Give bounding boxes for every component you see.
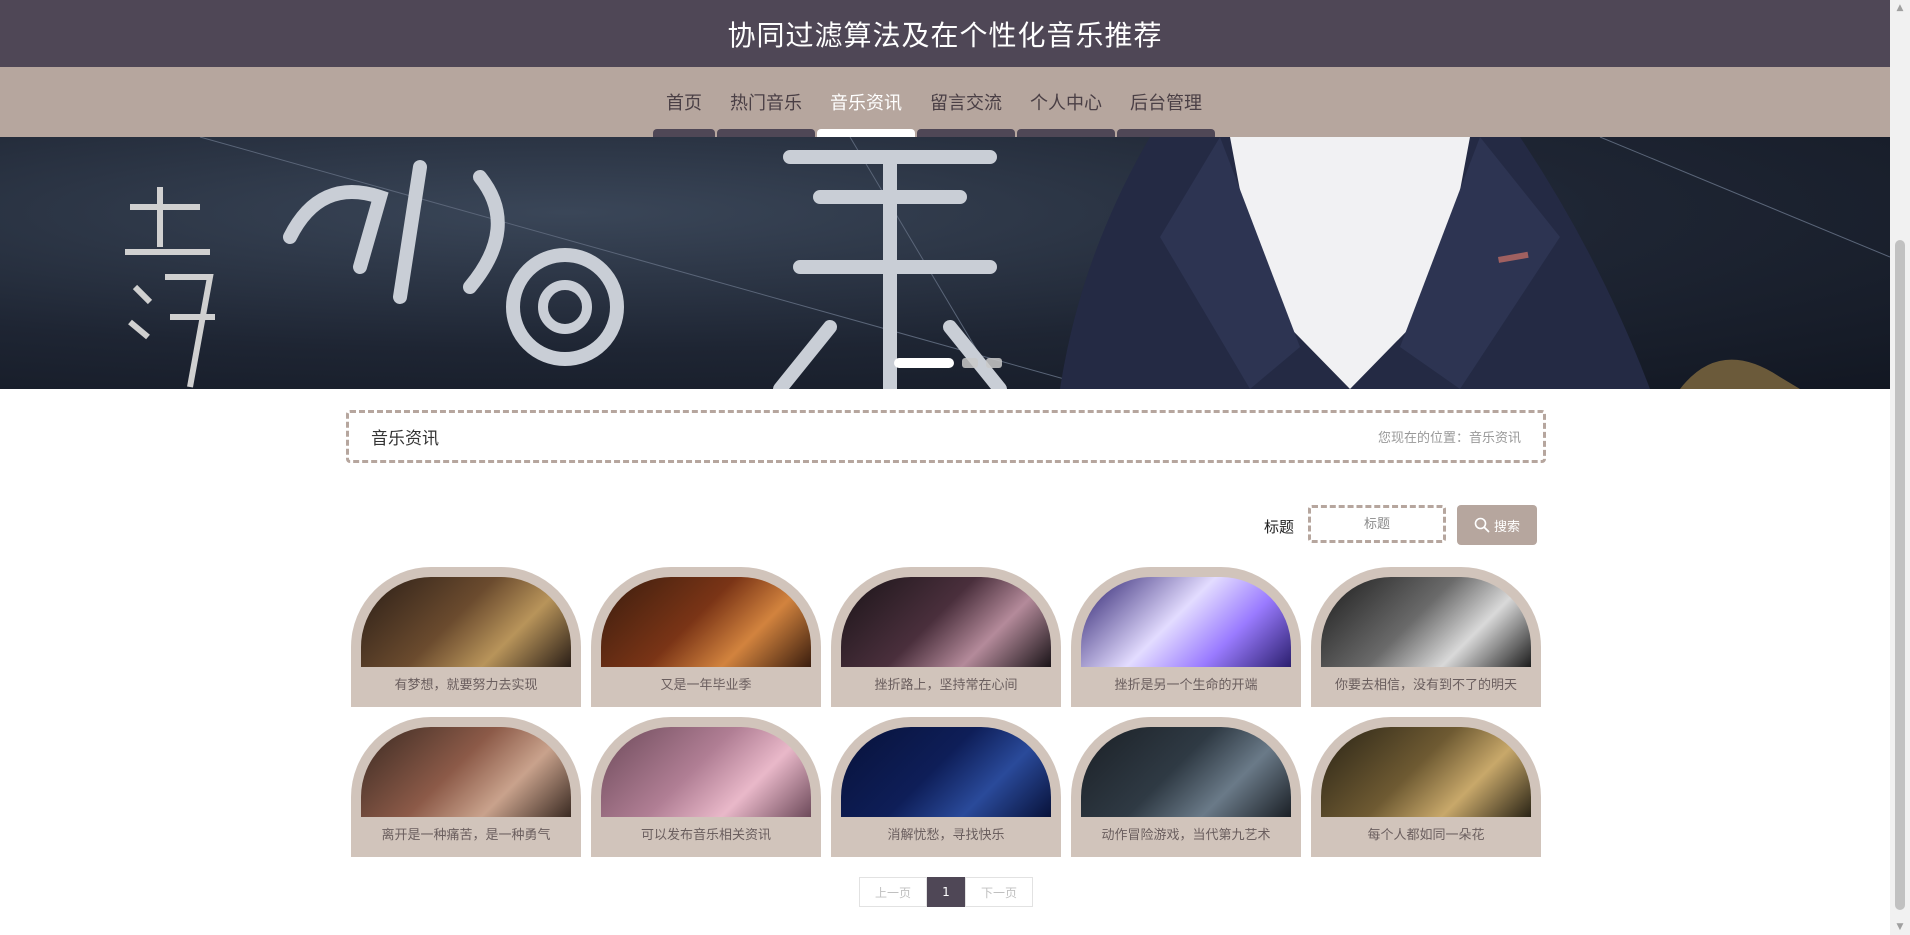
main-nav: 首页 热门音乐 音乐资讯 留言交流 个人中心 后台管理: [0, 67, 1890, 137]
search-label: 标题: [1264, 518, 1295, 536]
nav-underline-active: [817, 129, 915, 137]
carousel-dot-3[interactable]: [986, 358, 1002, 368]
news-card-title[interactable]: 挫折路上，坚持常在心间: [831, 674, 1061, 693]
nav-item-admin[interactable]: 后台管理: [1116, 67, 1216, 137]
nav-item-label: 后台管理: [1130, 93, 1202, 114]
nav-item-label: 个人中心: [1030, 93, 1102, 114]
news-card[interactable]: 又是一年毕业季: [591, 567, 821, 707]
prev-page-button[interactable]: 上一页: [859, 877, 927, 907]
news-card-title[interactable]: 你要去相信，没有到不了的明天: [1311, 674, 1541, 693]
news-card-title[interactable]: 消解忧愁，寻找快乐: [831, 824, 1061, 843]
news-card[interactable]: 可以发布音乐相关资讯: [591, 717, 821, 857]
news-card[interactable]: 每个人都如同一朵花: [1311, 717, 1541, 857]
news-card-image[interactable]: [361, 727, 571, 817]
breadcrumb: 音乐资讯 您现在的位置： 音乐资讯: [346, 410, 1546, 463]
nav-item-personal-center[interactable]: 个人中心: [1016, 67, 1116, 137]
site-title: 协同过滤算法及在个性化音乐推荐: [727, 18, 1163, 52]
nav-underline: [653, 129, 715, 137]
news-card-image[interactable]: [841, 577, 1051, 667]
carousel-indicators: [894, 358, 1002, 368]
news-card-image[interactable]: [841, 727, 1051, 817]
scroll-down-arrow-icon[interactable]: ▼: [1895, 922, 1905, 932]
nav-underline: [917, 129, 1015, 137]
carousel-dot-2[interactable]: [962, 358, 978, 368]
news-card-image[interactable]: [1321, 727, 1531, 817]
nav-item-label: 首页: [666, 93, 702, 114]
news-card-title[interactable]: 可以发布音乐相关资讯: [591, 824, 821, 843]
nav-item-messages[interactable]: 留言交流: [916, 67, 1016, 137]
news-card-image[interactable]: [1321, 577, 1531, 667]
vertical-scrollbar[interactable]: ▲ ▼: [1890, 0, 1910, 935]
site-header: 协同过滤算法及在个性化音乐推荐: [0, 0, 1890, 67]
news-card-image[interactable]: [1081, 577, 1291, 667]
nav-underline: [1117, 129, 1215, 137]
breadcrumb-link[interactable]: 音乐资讯: [1469, 427, 1521, 446]
page-number-current[interactable]: 1: [927, 877, 965, 907]
news-card-title[interactable]: 挫折是另一个生命的开端: [1071, 674, 1301, 693]
search-button[interactable]: 搜索: [1457, 505, 1537, 545]
news-card-title[interactable]: 又是一年毕业季: [591, 674, 821, 693]
nav-item-home[interactable]: 首页: [652, 67, 716, 137]
news-card[interactable]: 动作冒险游戏，当代第九艺术: [1071, 717, 1301, 857]
news-card[interactable]: 挫折是另一个生命的开端: [1071, 567, 1301, 707]
nav-item-label: 留言交流: [930, 93, 1002, 114]
news-card-title[interactable]: 每个人都如同一朵花: [1311, 824, 1541, 843]
news-card[interactable]: 挫折路上，坚持常在心间: [831, 567, 1061, 707]
scroll-up-arrow-icon[interactable]: ▲: [1895, 3, 1905, 13]
pagination: 上一页 1 下一页: [859, 877, 1033, 907]
news-card[interactable]: 有梦想，就要努力去实现: [351, 567, 581, 707]
next-page-button[interactable]: 下一页: [965, 877, 1033, 907]
banner-image: [125, 137, 1890, 389]
nav-item-label: 音乐资讯: [830, 93, 902, 114]
page: { "header": { "title": "协同过滤算法及在个性化音乐推荐"…: [0, 0, 1910, 935]
nav-underline: [1017, 129, 1115, 137]
page-title: 音乐资讯: [371, 429, 439, 449]
news-card[interactable]: 你要去相信，没有到不了的明天: [1311, 567, 1541, 707]
news-card-image[interactable]: [601, 727, 811, 817]
carousel-dot-1[interactable]: [894, 358, 954, 368]
news-card-title[interactable]: 有梦想，就要努力去实现: [351, 674, 581, 693]
nav-underline: [717, 129, 815, 137]
nav-list: 首页 热门音乐 音乐资讯 留言交流 个人中心 后台管理: [652, 67, 1216, 137]
news-card-image[interactable]: [361, 577, 571, 667]
breadcrumb-prefix: 您现在的位置：: [1377, 431, 1469, 446]
nav-item-label: 热门音乐: [730, 93, 802, 114]
banner-carousel[interactable]: [0, 137, 1890, 389]
news-card-image[interactable]: [1081, 727, 1291, 817]
news-card[interactable]: 离开是一种痛苦，是一种勇气: [351, 717, 581, 857]
search-input[interactable]: [1308, 505, 1446, 543]
news-card-title[interactable]: 离开是一种痛苦，是一种勇气: [351, 824, 581, 843]
nav-item-music-news[interactable]: 音乐资讯: [816, 67, 916, 137]
nav-item-hot-music[interactable]: 热门音乐: [716, 67, 816, 137]
news-card-title[interactable]: 动作冒险游戏，当代第九艺术: [1071, 824, 1301, 843]
search-icon: [1474, 517, 1490, 533]
breadcrumb-location: 您现在的位置： 音乐资讯: [1378, 427, 1521, 446]
scrollbar-thumb[interactable]: [1895, 240, 1905, 910]
search-button-label: 搜索: [1493, 519, 1520, 535]
news-card-image[interactable]: [601, 577, 811, 667]
news-card[interactable]: 消解忧愁，寻找快乐: [831, 717, 1061, 857]
